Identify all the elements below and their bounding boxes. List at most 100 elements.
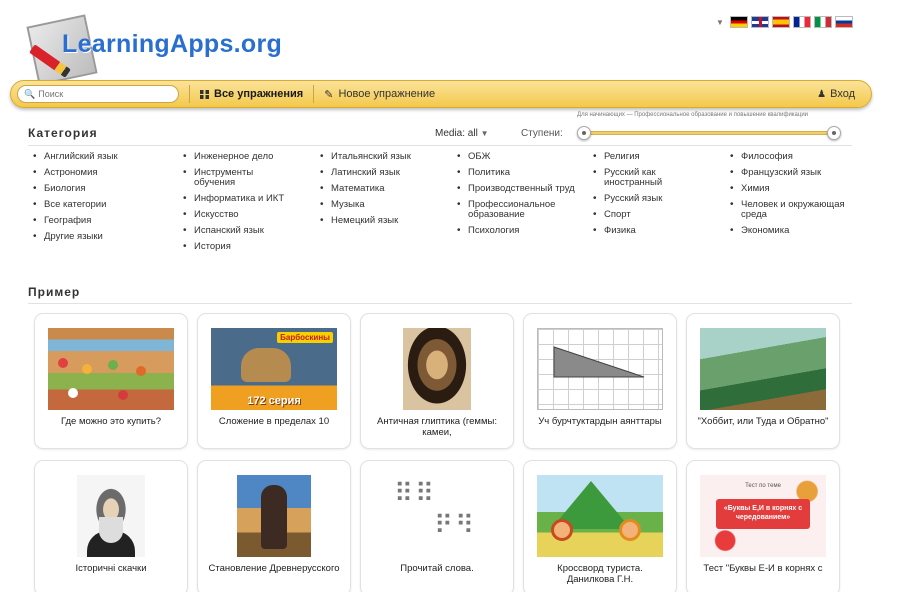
dotted-glyph-graphic: ⠟⠻	[434, 511, 477, 541]
new-exercise-link[interactable]: ✎ Новое упражнение	[324, 88, 435, 101]
examples-grid: Где можно это купить? Барбоскины 172 сер…	[34, 313, 854, 592]
example-card[interactable]: "Хоббит, или Туда и Обратно"	[686, 313, 840, 449]
painting-figure-graphic	[261, 485, 287, 549]
chevron-down-icon: ▼	[480, 129, 489, 138]
example-title: Історичні скачки	[75, 563, 147, 574]
media-filter-dropdown[interactable]: Media: all ▼	[435, 128, 489, 139]
test-thumbnail-caption: Тест по теме	[745, 483, 781, 489]
child-graphic	[551, 519, 573, 541]
flag-fr-icon[interactable]	[792, 16, 811, 28]
example-title: Сложение в пределах 10	[218, 416, 330, 427]
search-icon: 🔍	[24, 88, 36, 99]
category-link[interactable]: Астрономия	[32, 168, 182, 179]
category-link[interactable]: Экономика	[729, 226, 869, 237]
all-exercises-link[interactable]: Все упражнения	[200, 88, 303, 100]
main-navbar: 🔍 Все упражнения ✎ Новое упражнение ♟ Вх…	[10, 80, 872, 108]
portrait-thumbnail	[77, 475, 145, 557]
category-link[interactable]: Биология	[32, 184, 182, 195]
examples-heading: Пример	[28, 285, 81, 299]
category-column: Итальянский язык Латинский язык Математи…	[319, 152, 456, 258]
category-column: Религия Русский как иностранный Русский …	[592, 152, 729, 258]
video-episode-label: 172 серия	[247, 394, 301, 407]
example-card[interactable]: ⠿⠿ ⠟⠻ Прочитай слова.	[360, 460, 514, 592]
flag-it-icon[interactable]	[813, 16, 832, 28]
example-card[interactable]: Тест по теме «Буквы Е,И в корнях с черед…	[686, 460, 840, 592]
category-link[interactable]: Инженерное дело	[182, 152, 319, 163]
levels-label: Ступени:	[521, 128, 563, 139]
category-link[interactable]: Информатика и ИКТ	[182, 194, 319, 205]
example-card[interactable]: Уч бурчтуктардын аянттары	[523, 313, 677, 449]
nav-divider	[189, 85, 190, 103]
logo-text: LearningApps.org	[62, 30, 283, 58]
hobbit-thumbnail	[700, 328, 826, 410]
search-box[interactable]: 🔍	[17, 85, 179, 103]
category-link[interactable]: Психология	[456, 226, 592, 237]
video-thumbnail: Барбоскины 172 серия	[211, 328, 337, 410]
category-link[interactable]: Немецкий язык	[319, 216, 456, 227]
levels-range-slider[interactable]	[577, 126, 841, 140]
example-title: Прочитай слова.	[400, 563, 474, 574]
category-link[interactable]: Другие языки	[32, 232, 182, 243]
example-card[interactable]: Історичні скачки	[34, 460, 188, 592]
category-link[interactable]: Все категории	[32, 200, 182, 211]
divider	[28, 303, 852, 304]
category-link[interactable]: География	[32, 216, 182, 227]
cartoon-dog-graphic	[241, 348, 291, 382]
flag-es-icon[interactable]	[771, 16, 790, 28]
category-heading: Категория	[28, 126, 98, 140]
chevron-down-icon[interactable]: ▼	[716, 18, 724, 27]
flag-de-icon[interactable]	[729, 16, 748, 28]
search-input[interactable]	[38, 89, 169, 99]
category-link[interactable]: Инструменты обучения	[182, 168, 282, 188]
cameo-thumbnail	[403, 328, 471, 410]
video-show-title: Барбоскины	[277, 332, 333, 343]
slider-handle-max[interactable]	[827, 126, 841, 140]
login-link[interactable]: ♟ Вход	[817, 88, 855, 100]
flag-ru-icon[interactable]	[834, 16, 853, 28]
category-link[interactable]: Латинский язык	[319, 168, 456, 179]
dotted-letters-thumbnail: ⠿⠿ ⠟⠻	[374, 475, 500, 557]
pencil-icon: ✎	[324, 88, 334, 101]
category-link[interactable]: Спорт	[592, 210, 729, 221]
portrait-beard-graphic	[99, 517, 123, 543]
nav-divider	[313, 85, 315, 103]
category-link[interactable]: Русский как иностранный	[592, 168, 692, 188]
slider-handle-min[interactable]	[577, 126, 591, 140]
triangle-graphic	[553, 346, 645, 378]
logo[interactable]: LearningApps.org	[18, 8, 308, 88]
slider-track	[583, 131, 835, 135]
flag-en-icon[interactable]	[750, 16, 769, 28]
category-link[interactable]: ОБЖ	[456, 152, 592, 163]
category-link[interactable]: Итальянский язык	[319, 152, 456, 163]
example-card[interactable]: Где можно это купить?	[34, 313, 188, 449]
category-link[interactable]: Профессиональное образование	[456, 200, 576, 220]
example-card[interactable]: Античная глиптика (геммы: камеи,	[360, 313, 514, 449]
test-thumbnail: Тест по теме «Буквы Е,И в корнях с черед…	[700, 475, 826, 557]
category-column: Английский язык Астрономия Биология Все …	[32, 152, 182, 258]
category-link[interactable]: Русский язык	[592, 194, 729, 205]
category-link[interactable]: Религия	[592, 152, 729, 163]
category-link[interactable]: Химия	[729, 184, 869, 195]
category-link[interactable]: История	[182, 242, 319, 253]
category-link[interactable]: Искусство	[182, 210, 319, 221]
media-filter-label: Media: all	[435, 128, 478, 139]
category-link[interactable]: Человек и окружающая среда	[729, 200, 849, 220]
category-link[interactable]: Испанский язык	[182, 226, 319, 237]
category-link[interactable]: Производственный труд	[456, 184, 576, 195]
category-link[interactable]: Физика	[592, 226, 729, 237]
all-exercises-label: Все упражнения	[214, 88, 304, 100]
market-thumbnail	[48, 328, 174, 410]
category-link[interactable]: Французский язык	[729, 168, 869, 179]
category-column: Инженерное дело Инструменты обучения Инф…	[182, 152, 319, 258]
category-link[interactable]: Музыка	[319, 200, 456, 211]
category-link[interactable]: Политика	[456, 168, 592, 179]
example-card[interactable]: Барбоскины 172 серия Сложение в пределах…	[197, 313, 351, 449]
login-label: Вход	[830, 88, 855, 100]
category-link[interactable]: Математика	[319, 184, 456, 195]
divider	[28, 145, 852, 146]
example-card[interactable]: Становление Древнерусского	[197, 460, 351, 592]
category-link[interactable]: Английский язык	[32, 152, 182, 163]
language-selector[interactable]: ▼	[716, 16, 853, 28]
category-link[interactable]: Философия	[729, 152, 869, 163]
example-card[interactable]: Кроссворд туриста. Данилкова Г.Н.	[523, 460, 677, 592]
